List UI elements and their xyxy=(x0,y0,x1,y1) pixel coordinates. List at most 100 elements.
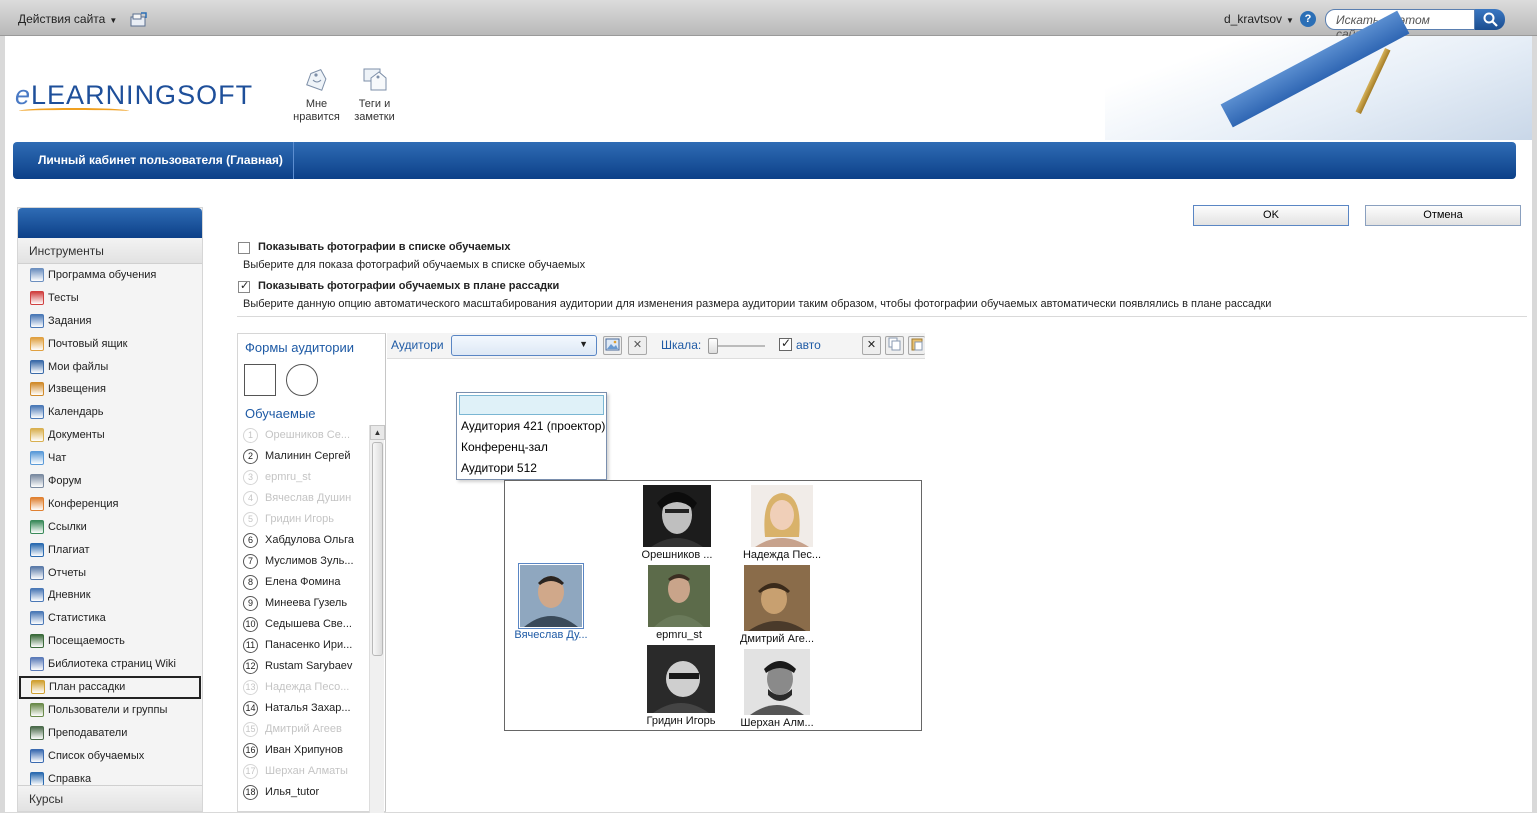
search-button[interactable] xyxy=(1475,9,1505,30)
learner-item[interactable]: 3 epmru_st xyxy=(238,467,366,488)
auto-scale-checkbox[interactable] xyxy=(779,336,792,351)
scale-slider[interactable] xyxy=(708,338,765,354)
scale-slider-knob[interactable] xyxy=(708,338,718,354)
user-menu[interactable]: d_kravtsov ▼ xyxy=(1224,12,1294,26)
seat[interactable]: Орешников ... xyxy=(631,485,723,561)
learner-number: 9 xyxy=(243,596,258,611)
tab-home[interactable]: Личный кабинет пользователя (Главная) xyxy=(13,142,294,179)
nav-item-program[interactable]: Программа обучения xyxy=(18,264,202,287)
square-shape[interactable] xyxy=(244,364,276,396)
logo-text: LEARNINGSOFT xyxy=(31,80,254,110)
statistics-icon xyxy=(30,611,44,626)
nav-item-forum[interactable]: Форум xyxy=(18,470,202,493)
nav-item-mailbox[interactable]: Почтовый ящик xyxy=(18,333,202,356)
nav-item-links[interactable]: Ссылки xyxy=(18,516,202,539)
learner-item[interactable]: 14 Наталья Захар... xyxy=(238,698,366,719)
section-tools[interactable]: Инструменты xyxy=(18,238,202,264)
dropdown-option[interactable]: Конференц-зал xyxy=(461,437,548,458)
learner-item[interactable]: 10 Седышева Све... xyxy=(238,614,366,635)
tags-notes-icon xyxy=(363,68,386,91)
show-photos-list-checkbox[interactable] xyxy=(238,242,250,254)
circle-shape[interactable] xyxy=(286,364,318,396)
nav-item-calendar[interactable]: Календарь xyxy=(18,401,202,424)
auditorium-select[interactable]: ▼ xyxy=(451,335,597,356)
learner-name: Наталья Захар... xyxy=(265,702,351,714)
nav-item-notices[interactable]: Извещения xyxy=(18,378,202,401)
learner-item[interactable]: 4 Вячеслав Душин xyxy=(238,488,366,509)
learner-item[interactable]: 17 Шерхан Алматы xyxy=(238,761,366,782)
learners-scrollbar[interactable]: ▲ xyxy=(369,425,385,813)
links-icon xyxy=(30,519,44,534)
seat[interactable]: Надежда Пес... xyxy=(736,485,828,561)
ok-button[interactable]: OK xyxy=(1193,205,1349,226)
nav-item-teachers[interactable]: Преподаватели xyxy=(18,722,202,745)
nav-item-learners-list[interactable]: Список обучаемых xyxy=(18,745,202,768)
show-photos-plan-checkbox[interactable] xyxy=(238,279,250,293)
dropdown-option[interactable]: Аудитори 512 xyxy=(461,458,537,479)
nav-item-diary[interactable]: Дневник xyxy=(18,584,202,607)
nav-item-documents[interactable]: Документы xyxy=(18,424,202,447)
nav-item-chat[interactable]: Чат xyxy=(18,447,202,470)
learner-number: 1 xyxy=(243,428,258,443)
scroll-up-icon[interactable]: ▲ xyxy=(370,425,385,440)
copy-icon[interactable] xyxy=(885,336,904,355)
nav-item-files[interactable]: Мои файлы xyxy=(18,356,202,379)
seat[interactable]: Дмитрий Аге... xyxy=(731,565,823,645)
learner-item[interactable]: 18 Илья_tutor xyxy=(238,782,366,803)
nav-item-attendance[interactable]: Посещаемость xyxy=(18,630,202,653)
section-courses[interactable]: Курсы xyxy=(18,785,202,811)
scroll-thumb[interactable] xyxy=(372,442,383,656)
help-icon[interactable]: ? xyxy=(1300,11,1316,27)
nav-item-conference[interactable]: Конференция xyxy=(18,493,202,516)
site-logo[interactable]: eLEARNINGSOFT xyxy=(15,80,253,111)
learner-item[interactable]: 5 Гридин Игорь xyxy=(238,509,366,530)
learner-name: Минеева Гузель xyxy=(265,597,348,609)
seat[interactable]: epmru_st xyxy=(633,565,725,641)
quick-launch-header xyxy=(18,208,202,238)
nav-item-reports[interactable]: Отчеты xyxy=(18,562,202,585)
nav-item-tests[interactable]: Тесты xyxy=(18,287,202,310)
learner-item[interactable]: 1 Орешников Се... xyxy=(238,425,366,446)
learner-item[interactable]: 2 Малинин Сергей xyxy=(238,446,366,467)
nav-item-tasks[interactable]: Задания xyxy=(18,310,202,333)
nav-item-users[interactable]: Пользователи и группы xyxy=(18,699,202,722)
seating-canvas[interactable]: Орешников ... Надежда Пес... Вячеслав Ду… xyxy=(504,480,922,731)
learner-item[interactable]: 6 Хабдулова Ольга xyxy=(238,530,366,551)
dropdown-option[interactable]: Аудитория 421 (проектор) xyxy=(461,416,605,437)
site-actions-menu[interactable]: Действия сайта ▼ xyxy=(18,12,117,26)
learner-number: 17 xyxy=(243,764,258,779)
learner-name: Иван Хрипунов xyxy=(265,744,343,756)
chevron-down-icon: ▼ xyxy=(579,339,588,349)
seat[interactable]: Гридин Игорь xyxy=(635,645,727,727)
learner-item[interactable]: 15 Дмитрий Агеев xyxy=(238,719,366,740)
seat[interactable]: Шерхан Алм... xyxy=(731,649,823,729)
documents-icon xyxy=(30,428,44,443)
learner-item[interactable]: 11 Панасенко Ири... xyxy=(238,635,366,656)
learner-item[interactable]: 13 Надежда Песо... xyxy=(238,677,366,698)
paste-icon[interactable] xyxy=(908,336,925,355)
learner-item[interactable]: 7 Муслимов Зуль... xyxy=(238,551,366,572)
search-icon xyxy=(1483,12,1498,27)
site-actions-label: Действия сайта xyxy=(18,12,106,26)
learner-item[interactable]: 12 Rustam Sarybaev xyxy=(238,656,366,677)
show-photos-list-label: Показывать фотографии в списке обучаемых xyxy=(258,241,511,253)
tags-notes-button[interactable]: Теги и заметки xyxy=(347,66,402,124)
dropdown-option-empty[interactable] xyxy=(459,395,604,415)
learners-title: Обучаемые xyxy=(245,406,316,421)
navigate-up-icon[interactable] xyxy=(130,11,148,27)
nav-item-seating[interactable]: План рассадки xyxy=(19,676,201,699)
learner-name: Гридин Игорь xyxy=(265,513,334,525)
learner-item[interactable]: 16 Иван Хрипунов xyxy=(238,740,366,761)
learner-item[interactable]: 8 Елена Фомина xyxy=(238,572,366,593)
nav-item-wiki[interactable]: Библиотека страниц Wiki xyxy=(18,653,202,676)
clear-auditorium-icon[interactable]: ✕ xyxy=(628,336,647,355)
cancel-button[interactable]: Отмена xyxy=(1365,205,1521,226)
seat[interactable]: Вячеслав Ду... xyxy=(505,563,597,641)
like-button[interactable]: Мне нравится xyxy=(289,66,344,124)
learner-item[interactable]: 9 Минеева Гузель xyxy=(238,593,366,614)
forum-icon xyxy=(30,474,44,489)
nav-item-statistics[interactable]: Статистика xyxy=(18,607,202,630)
nav-item-plagiarism[interactable]: Плагиат xyxy=(18,539,202,562)
image-icon[interactable] xyxy=(603,336,622,355)
delete-icon[interactable]: ✕ xyxy=(862,336,881,355)
